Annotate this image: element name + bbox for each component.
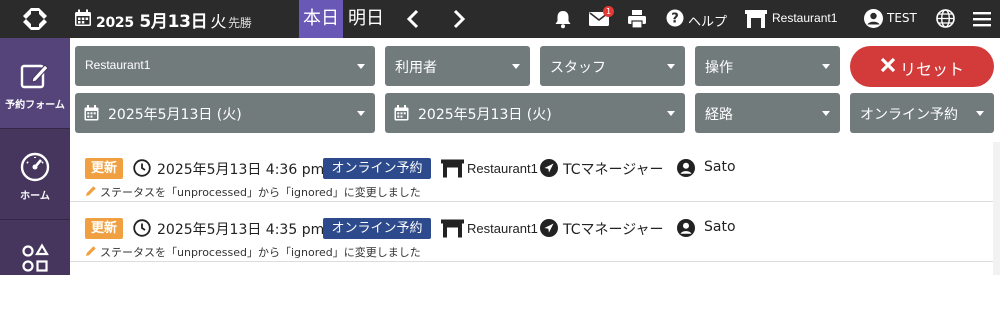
help-icon[interactable]: ? bbox=[666, 9, 684, 27]
user-icon bbox=[677, 219, 695, 237]
chevron-left-icon[interactable] bbox=[403, 7, 425, 31]
user-select[interactable]: 利用者 bbox=[385, 46, 530, 86]
printer-icon[interactable] bbox=[627, 9, 647, 29]
svg-text:?: ? bbox=[671, 12, 679, 27]
current-date[interactable]: 2025 5月13日火先勝 bbox=[96, 7, 252, 32]
log-route: TCマネージャー bbox=[563, 162, 664, 178]
store-name[interactable]: Restaurant1 bbox=[772, 11, 837, 25]
apps-icon bbox=[22, 243, 49, 272]
activity-log-list: 更新 2025年5月13日 4:36 pm オンライン予約 Restaurant… bbox=[70, 142, 1000, 275]
navigation-icon bbox=[540, 159, 558, 177]
sidebar-item-reservation-form[interactable]: 予約フォーム bbox=[0, 38, 70, 128]
navigation-icon bbox=[540, 219, 558, 237]
app-logo-icon[interactable] bbox=[21, 6, 49, 32]
tab-tomorrow[interactable]: 明日 bbox=[348, 0, 384, 38]
operation-select[interactable]: 操作 bbox=[695, 46, 840, 86]
edit-icon bbox=[20, 64, 49, 89]
log-user: Sato bbox=[704, 219, 736, 235]
pencil-icon bbox=[86, 246, 96, 256]
update-badge: 更新 bbox=[85, 158, 123, 179]
list-item[interactable]: 更新 2025年5月13日 4:35 pm オンライン予約 Restaurant… bbox=[70, 202, 1000, 262]
calendar-icon bbox=[84, 105, 99, 121]
globe-icon[interactable] bbox=[936, 9, 955, 28]
scrollbar[interactable] bbox=[993, 142, 1000, 275]
log-change-text: ステータスを「unprocessed」から「ignored」に変更しました bbox=[100, 246, 421, 259]
tab-today[interactable]: 本日 bbox=[299, 0, 343, 38]
channel-badge: オンライン予約 bbox=[323, 218, 431, 239]
chevron-right-icon[interactable] bbox=[447, 7, 469, 31]
caret-down-icon bbox=[976, 111, 984, 116]
clock-icon bbox=[133, 159, 151, 177]
reset-button[interactable]: リセット bbox=[850, 46, 994, 87]
user-name[interactable]: TEST bbox=[887, 11, 917, 25]
log-timestamp: 2025年5月13日 4:35 pm bbox=[157, 222, 325, 238]
calendar-icon bbox=[394, 105, 409, 121]
list-item[interactable]: 更新 2025年5月13日 4:36 pm オンライン予約 Restaurant… bbox=[70, 142, 1000, 202]
sidebar-item-label: 予約フォーム bbox=[5, 100, 65, 111]
caret-down-icon bbox=[357, 111, 365, 116]
caret-down-icon bbox=[822, 64, 830, 69]
sidebar: 予約フォーム ホーム bbox=[0, 38, 70, 275]
bell-icon[interactable] bbox=[553, 9, 573, 29]
log-timestamp: 2025年5月13日 4:36 pm bbox=[157, 162, 325, 178]
help-link[interactable]: ヘルプ bbox=[688, 11, 727, 30]
pencil-icon bbox=[86, 186, 96, 196]
store-icon bbox=[441, 159, 464, 178]
caret-down-icon bbox=[667, 111, 675, 116]
log-user: Sato bbox=[704, 159, 736, 175]
sidebar-item-label: ホーム bbox=[20, 191, 50, 202]
log-route: TCマネージャー bbox=[563, 222, 664, 238]
route-select[interactable]: 経路 bbox=[695, 93, 840, 133]
log-store: Restaurant1 bbox=[467, 161, 538, 176]
caret-down-icon bbox=[667, 64, 675, 69]
update-badge: 更新 bbox=[85, 218, 123, 239]
caret-down-icon bbox=[357, 64, 365, 69]
staff-select[interactable]: スタッフ bbox=[540, 46, 685, 86]
channel-select[interactable]: オンライン予約 bbox=[850, 93, 994, 133]
log-change-text: ステータスを「unprocessed」から「ignored」に変更しました bbox=[100, 186, 421, 199]
clock-icon bbox=[133, 219, 151, 237]
close-icon bbox=[880, 57, 896, 73]
sidebar-item-home[interactable]: ホーム bbox=[0, 129, 70, 219]
date-to-field[interactable]: 2025年5月13日 (火) bbox=[385, 93, 685, 133]
date-from-field[interactable]: 2025年5月13日 (火) bbox=[75, 93, 375, 133]
user-icon bbox=[864, 9, 883, 28]
store-icon bbox=[441, 219, 464, 238]
user-icon bbox=[677, 159, 695, 177]
caret-down-icon bbox=[512, 64, 520, 69]
store-select[interactable]: Restaurant1 bbox=[75, 46, 375, 86]
gauge-icon bbox=[20, 152, 50, 182]
store-icon bbox=[745, 10, 767, 28]
calendar-icon bbox=[75, 9, 91, 26]
top-bar: 2025 5月13日火先勝 本日 明日 1 ? ヘルプ Restaurant1 … bbox=[0, 0, 1000, 38]
hamburger-menu-icon[interactable] bbox=[973, 10, 991, 28]
channel-badge: オンライン予約 bbox=[323, 158, 431, 179]
sidebar-item-apps[interactable] bbox=[0, 220, 70, 310]
mail-count-badge: 1 bbox=[603, 6, 614, 17]
log-store: Restaurant1 bbox=[467, 221, 538, 236]
caret-down-icon bbox=[822, 111, 830, 116]
